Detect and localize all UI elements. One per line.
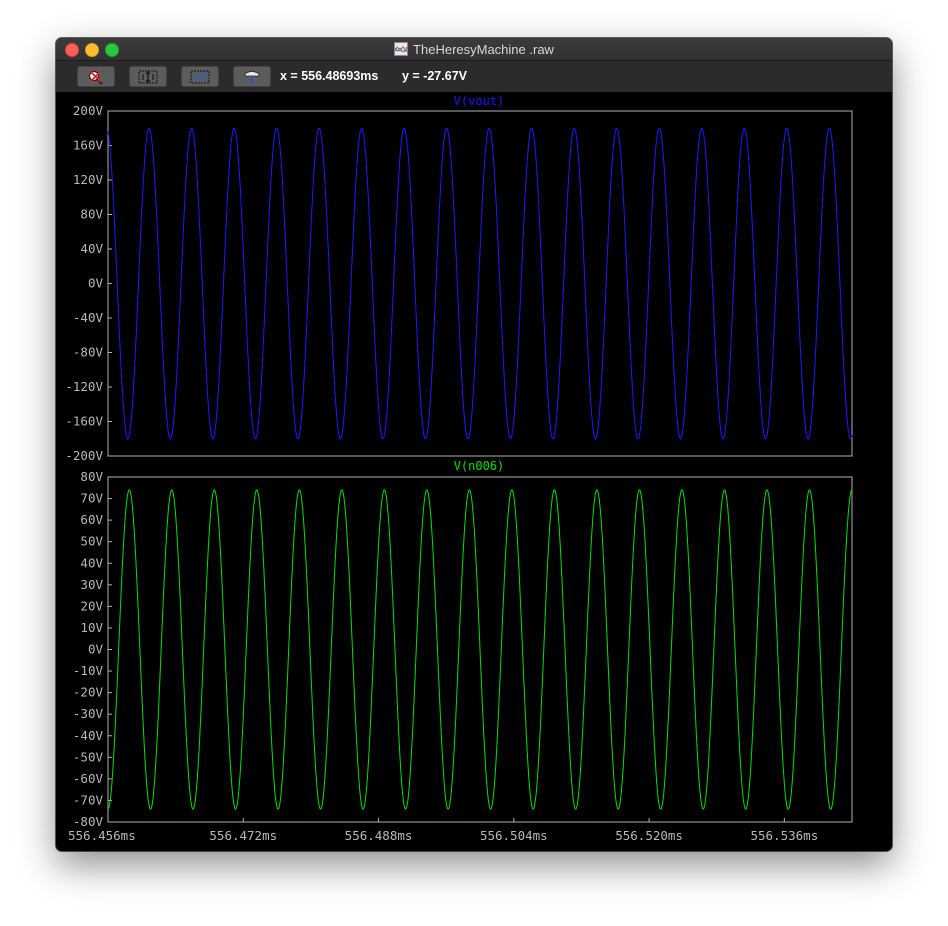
y-tick-label: -80V: [73, 814, 104, 829]
trace-label-n006[interactable]: V(n006): [454, 459, 505, 473]
y-tick-label: -40V: [73, 310, 104, 325]
plot-area[interactable]: V(vout) 200V 160V 120V 80V 40V 0V -40V -80V -120…: [56, 92, 892, 851]
trace-vout[interactable]: [107, 127, 853, 440]
trace-label-vout[interactable]: V(vout): [454, 94, 505, 108]
y-tick-label: 50V: [80, 534, 103, 549]
y-tick-label: 70V: [80, 491, 103, 506]
y-tick-label: 120V: [73, 172, 104, 187]
y-tick-label: 40V: [80, 241, 103, 256]
waveform-document-icon: [394, 42, 409, 56]
y-tick-label: -200V: [65, 448, 103, 463]
y-tick-label: -40V: [73, 728, 104, 743]
cursor-x-readout: x = 556.48693ms: [280, 69, 379, 83]
y-tick-label: -80V: [73, 345, 104, 360]
cursor-y-readout: y = -27.67V: [402, 69, 467, 83]
window-title: TheHeresyMachine .raw: [413, 41, 554, 57]
waveform-plots[interactable]: V(vout) 200V 160V 120V 80V 40V 0V -40V -80V -120…: [56, 92, 892, 851]
waveform-viewer-window: TheHeresyMachine .raw x = 556.48693ms y …: [56, 38, 892, 851]
y-tick-label: -30V: [73, 706, 104, 721]
y-tick-label: 160V: [73, 138, 104, 153]
autorange-x-button[interactable]: [181, 66, 219, 87]
title-bar[interactable]: TheHeresyMachine .raw: [56, 38, 892, 61]
plot-frame-vout: [107, 110, 853, 457]
autorange-y-icon: [138, 70, 158, 83]
x-tick-label: 556.488ms: [345, 828, 413, 843]
y-tick-label: 20V: [80, 598, 103, 613]
probe-button[interactable]: [233, 66, 271, 87]
plot-pane-vout[interactable]: V(vout) 200V 160V 120V 80V 40V 0V -40V -80V -120…: [65, 94, 853, 463]
trace-n006[interactable]: [107, 489, 853, 810]
y-tick-label: 40V: [80, 555, 103, 570]
y-tick-label: 10V: [80, 620, 103, 635]
x-tick-label: 556.520ms: [615, 828, 683, 843]
y-tick-label: -10V: [73, 663, 104, 678]
y-tick-label: 0V: [88, 642, 104, 657]
y-tick-label: -120V: [65, 379, 103, 394]
toolbar: x = 556.48693ms y = -27.67V: [56, 61, 892, 93]
y-tick-label: -70V: [73, 792, 104, 807]
magnifier-cross-icon: [88, 69, 103, 85]
hammer-probe-icon: [244, 70, 260, 84]
y-tick-label: -160V: [65, 414, 103, 429]
y-tick-label: -50V: [73, 749, 104, 764]
y-tick-label: 80V: [80, 469, 103, 484]
x-tick-label: 556.472ms: [209, 828, 277, 843]
zoom-button[interactable]: [77, 66, 115, 87]
y-tick-label: 80V: [80, 207, 103, 222]
y-tick-label: -20V: [73, 685, 104, 700]
autorange-y-button[interactable]: [129, 66, 167, 87]
y-tick-label: 0V: [88, 276, 104, 291]
x-tick-label: 556.456ms: [68, 828, 136, 843]
x-tick-label: 556.504ms: [480, 828, 548, 843]
y-tick-label: -60V: [73, 771, 104, 786]
y-tick-label: 60V: [80, 512, 103, 527]
y-tick-label: 30V: [80, 577, 103, 592]
plot-pane-n006[interactable]: V(n006) 80V 70V 60V 50V 40V 30V 20V 10V 0V -10V -2…: [68, 459, 853, 843]
autorange-x-icon: [190, 70, 210, 83]
x-tick-label: 556.536ms: [750, 828, 818, 843]
y-tick-label: 200V: [73, 103, 104, 118]
